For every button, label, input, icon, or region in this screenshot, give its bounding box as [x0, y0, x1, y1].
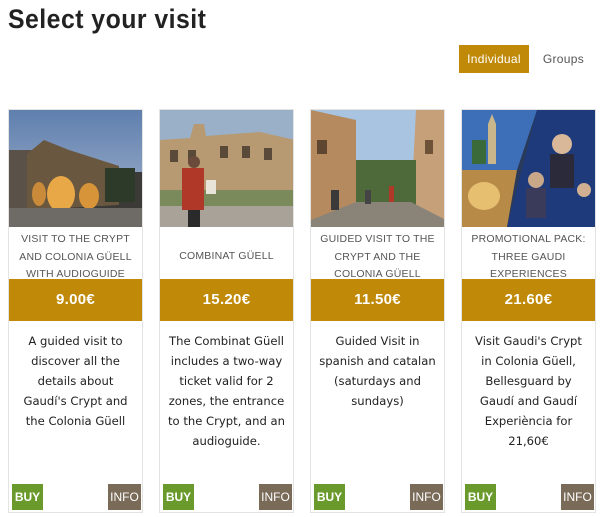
buy-button[interactable]: BUY — [465, 484, 496, 510]
visit-card: COMBINAT GÜELL 15.20€ The Combinat Güell… — [159, 109, 294, 513]
card-title: COMBINAT GÜELL — [179, 250, 274, 262]
card-price: 21.60€ — [462, 279, 595, 321]
visit-card: VISIT TO THE CRYPT AND COLONIA GÜELL WIT… — [8, 109, 143, 513]
info-button[interactable]: INFO — [259, 484, 292, 510]
buy-button[interactable]: BUY — [314, 484, 345, 510]
page-title: Select your visit — [8, 4, 207, 34]
card-description: A guided visit to discover all the detai… — [23, 334, 128, 428]
buy-button[interactable]: BUY — [12, 484, 43, 510]
card-price: 11.50€ — [311, 279, 444, 321]
visit-type-tabs: Individual Groups — [459, 45, 592, 73]
info-button[interactable]: INFO — [108, 484, 141, 510]
card-price: 15.20€ — [160, 279, 293, 321]
info-button[interactable]: INFO — [561, 484, 594, 510]
crypt-night-photo — [9, 110, 142, 227]
info-button[interactable]: INFO — [410, 484, 443, 510]
card-description: The Combinat Güell includes a two-way ti… — [168, 334, 285, 448]
colonia-building-photo — [160, 110, 293, 227]
card-price: 9.00€ — [9, 279, 142, 321]
buy-button[interactable]: BUY — [163, 484, 194, 510]
visit-card: GUIDED VISIT TO THE CRYPT AND THE COLONI… — [310, 109, 445, 513]
card-title: PROMOTIONAL PACK: THREE GAUDI EXPERIENCE… — [471, 233, 586, 279]
gaudi-collage-photo — [462, 110, 595, 227]
tab-individual[interactable]: Individual — [459, 45, 529, 73]
card-description: Guided Visit in spanish and catalan (sat… — [319, 334, 436, 408]
card-description: Visit Gaudi's Crypt in Colonia Güell, Be… — [475, 334, 582, 448]
card-title: GUIDED VISIT TO THE CRYPT AND THE COLONI… — [320, 233, 435, 279]
visit-card: PROMOTIONAL PACK: THREE GAUDI EXPERIENCE… — [461, 109, 596, 513]
tab-groups[interactable]: Groups — [535, 45, 592, 73]
visit-cards: VISIT TO THE CRYPT AND COLONIA GÜELL WIT… — [8, 109, 596, 513]
street-photo — [311, 110, 444, 227]
card-title: VISIT TO THE CRYPT AND COLONIA GÜELL WIT… — [19, 233, 132, 279]
